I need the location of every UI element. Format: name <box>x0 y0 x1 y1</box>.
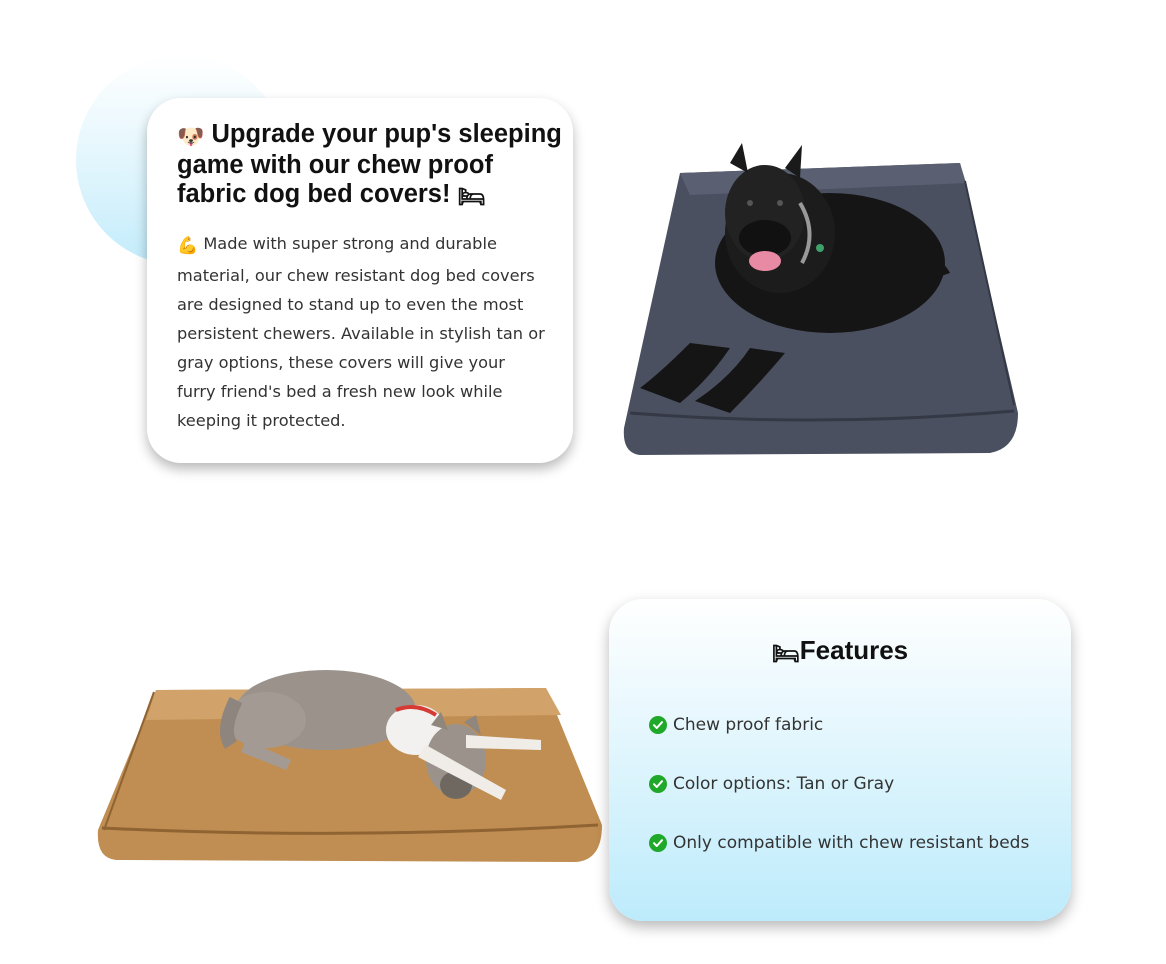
check-circle-icon <box>649 715 667 734</box>
gray-dog-on-tan-bed-image <box>97 670 602 862</box>
features-heading-text: Features <box>799 635 909 665</box>
intro-description-text: Made with super strong and durable mater… <box>177 234 545 430</box>
black-dog-on-gray-bed-image <box>623 143 1018 455</box>
check-circle-icon <box>649 774 667 793</box>
features-card: 🛏Features Chew proof fabric Color option… <box>609 599 1071 921</box>
feature-label: Color options: Tan or Gray <box>673 773 895 794</box>
feature-label: Chew proof fabric <box>673 714 824 735</box>
check-circle-icon <box>649 833 667 852</box>
feature-label: Only compatible with chew resistant beds <box>673 832 1030 853</box>
intro-card: 🐶 Upgrade your pup's sleeping game with … <box>147 98 573 463</box>
bed-icon: 🛏 <box>771 641 800 666</box>
dog-face-icon: 🐶 <box>177 124 205 149</box>
bed-icon: 🛏 <box>457 184 486 209</box>
intro-heading: 🐶 Upgrade your pup's sleeping game with … <box>177 120 563 211</box>
intro-description: 💪 Made with super strong and durable mat… <box>177 229 563 435</box>
feature-item: Only compatible with chew resistant beds <box>649 813 1071 872</box>
features-heading: 🛏Features <box>649 635 1071 667</box>
feature-item: Chew proof fabric <box>649 695 1071 754</box>
feature-item: Color options: Tan or Gray <box>649 754 1071 813</box>
intro-heading-text: Upgrade your pup's sleeping game with ou… <box>177 120 562 208</box>
flexed-biceps-icon: 💪 <box>177 236 199 256</box>
